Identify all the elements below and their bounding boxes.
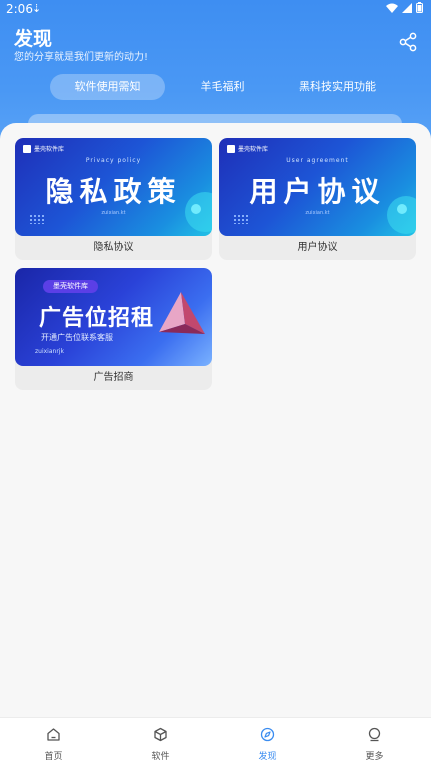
banner-english: User agreement bbox=[286, 157, 349, 164]
card-privacy[interactable]: 墨壳软件库 Privacy policy 隐私政策 zuixian.kt 隐私协… bbox=[15, 138, 212, 260]
nav-software[interactable]: 软件 bbox=[107, 718, 214, 766]
card-label: 用户协议 bbox=[297, 242, 338, 253]
dot-grid bbox=[233, 214, 249, 224]
card-advertising[interactable]: 墨壳软件库 广告位招租 开通广告位联系客服 zuixianrjk 广告招商 bbox=[15, 268, 212, 390]
content-sheet: 墨壳软件库 Privacy policy 隐私政策 zuixian.kt 隐私协… bbox=[0, 123, 431, 717]
status-time: 2:06 bbox=[6, 2, 33, 16]
dot-grid bbox=[29, 214, 45, 224]
page-title: 发现 bbox=[14, 28, 53, 50]
card-label: 广告招商 bbox=[93, 372, 134, 383]
share-icon[interactable] bbox=[398, 32, 418, 52]
category-tabs: 软件使用需知 羊毛福利 黑科技实用功能 bbox=[0, 74, 431, 100]
tab-tech-tools[interactable]: 黑科技实用功能 bbox=[285, 74, 390, 100]
nav-label: 更多 bbox=[365, 752, 384, 762]
cube-icon bbox=[154, 727, 167, 742]
battery-icon bbox=[416, 2, 423, 13]
card-label: 隐私协议 bbox=[93, 242, 134, 253]
brand-name: 墨壳软件库 bbox=[34, 146, 65, 153]
card-banner: 墨壳软件库 广告位招租 开通广告位联系客服 zuixianrjk bbox=[15, 268, 212, 366]
banner-english: Privacy policy bbox=[85, 157, 142, 164]
banner-title: 用户协议 bbox=[249, 175, 386, 208]
brand-chip: 墨壳软件库 bbox=[227, 144, 268, 153]
brand-name: 墨壳软件库 bbox=[238, 146, 269, 153]
banner-subtitle: 开通广告位联系客服 bbox=[41, 333, 113, 342]
nav-label: 发现 bbox=[258, 752, 277, 762]
status-icons bbox=[386, 2, 423, 13]
home-icon bbox=[47, 728, 60, 741]
banner-mark: zuixianrjk bbox=[35, 348, 64, 355]
nav-label: 首页 bbox=[44, 752, 63, 762]
signal-icon bbox=[402, 2, 412, 13]
nav-more[interactable]: 更多 bbox=[321, 718, 428, 766]
nav-discover[interactable]: 发现 bbox=[214, 718, 321, 766]
pyramid-graphic bbox=[159, 292, 205, 334]
banner-title: 隐私政策 bbox=[45, 175, 182, 208]
brand-chip: 墨壳软件库 bbox=[23, 144, 64, 153]
profile-icon bbox=[368, 727, 381, 742]
status-bar: 2:06 ⇣ bbox=[0, 0, 431, 18]
nav-label: 软件 bbox=[151, 752, 170, 762]
download-icon: ⇣ bbox=[32, 2, 42, 15]
brand-chip: 墨壳软件库 bbox=[43, 280, 98, 293]
card-user-agreement[interactable]: 墨壳软件库 User agreement 用户协议 zuixian.kt 用户协… bbox=[219, 138, 416, 260]
bottom-nav: 首页 软件 发现 更多 bbox=[0, 717, 431, 766]
compass-icon bbox=[260, 727, 275, 742]
wifi-icon bbox=[386, 3, 398, 13]
tab-software-notice[interactable]: 软件使用需知 bbox=[50, 74, 165, 100]
page-subtitle: 您的分享就是我们更新的动力! bbox=[14, 52, 149, 63]
card-banner: 墨壳软件库 Privacy policy 隐私政策 zuixian.kt bbox=[15, 138, 212, 236]
nav-home[interactable]: 首页 bbox=[0, 718, 107, 766]
tab-freebies[interactable]: 羊毛福利 bbox=[180, 74, 265, 100]
banner-title: 广告位招租 bbox=[39, 306, 155, 331]
card-banner: 墨壳软件库 User agreement 用户协议 zuixian.kt bbox=[219, 138, 416, 236]
